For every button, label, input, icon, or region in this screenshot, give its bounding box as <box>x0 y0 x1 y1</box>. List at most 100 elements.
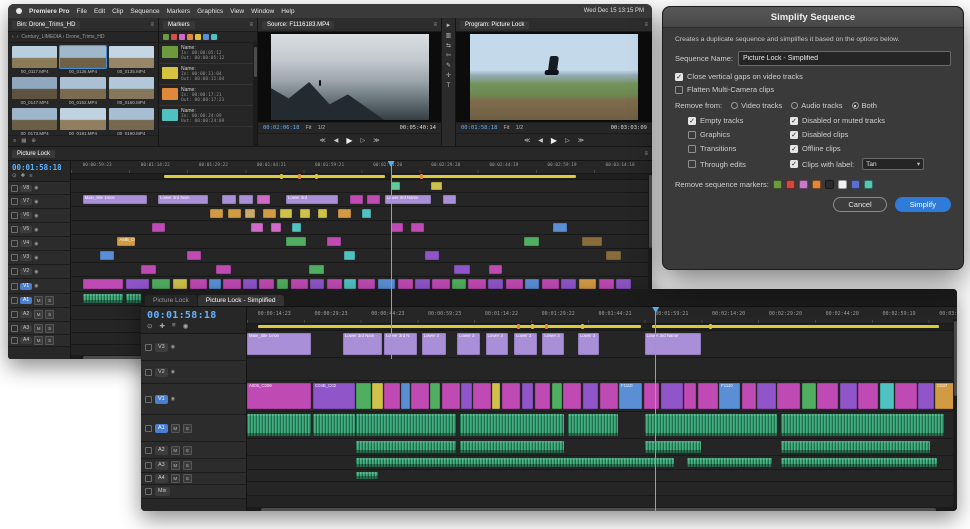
timeline-clip[interactable]: Main_title 1mov <box>82 195 147 204</box>
marker-row[interactable]: Name: In: 00:00:11:04 Out: 00:00:11:04 <box>159 64 257 85</box>
sequence-marker[interactable] <box>531 324 534 329</box>
timeline-clip[interactable] <box>644 441 702 453</box>
timeline-clip[interactable] <box>361 209 371 218</box>
marker-row[interactable]: Name: In: 00:00:05:12 Out: 00:00:05:12 <box>159 43 257 64</box>
track-header-v3[interactable]: V3 ◉ <box>8 251 70 265</box>
tab-picture-lock-simplified[interactable]: Picture Lock - Simplified <box>197 295 284 306</box>
sequence-marker[interactable] <box>708 324 712 329</box>
timeline-clip[interactable] <box>371 383 383 409</box>
checkbox-through-edits[interactable]: Through edits <box>688 158 784 170</box>
bin-clip[interactable]: 00_0135.MP4 <box>108 46 154 74</box>
track-header-v8[interactable]: V8 ◉ <box>8 182 70 195</box>
menu-view[interactable]: View <box>230 8 244 15</box>
work-area-bar[interactable] <box>163 175 385 178</box>
menu-premiere-pro[interactable]: Premiere Pro <box>29 8 69 15</box>
track-badge-v2[interactable]: V2 <box>155 367 168 377</box>
timeline-clip[interactable] <box>411 383 429 409</box>
timeline-clip[interactable] <box>582 383 599 409</box>
timeline-clip[interactable] <box>100 251 114 260</box>
mute-button[interactable]: M <box>170 445 180 455</box>
timeline-clip[interactable] <box>561 279 577 289</box>
type-tool-icon[interactable]: T <box>447 83 451 89</box>
panel-menu-icon[interactable]: ≡ <box>644 151 648 157</box>
solo-button[interactable]: S <box>45 296 55 305</box>
timeline-clip[interactable]: Lower 3rd Name <box>384 195 432 204</box>
track-lock-icon[interactable] <box>145 343 152 351</box>
timeline-clip[interactable]: Lower 3rd Nam <box>342 333 382 355</box>
timeline-clip[interactable] <box>454 265 470 274</box>
add-marker-icon[interactable]: ✚ <box>21 173 26 179</box>
timeline-clip[interactable] <box>256 195 270 204</box>
timeline-clip[interactable] <box>780 441 930 453</box>
track-badge-a4[interactable]: A4 <box>155 474 168 483</box>
timeline-clip[interactable] <box>562 383 582 409</box>
track-header-a2[interactable]: A2 M S <box>8 308 70 322</box>
track-lock-icon[interactable] <box>145 488 152 495</box>
track-visibility-icon[interactable]: ◉ <box>171 344 175 350</box>
bottom-ruler[interactable]: 00:00:14:23 00:00:29:23 00:00:44:23 00:00:5… <box>247 307 957 324</box>
timeline-clip[interactable]: Lower 3rd Nam <box>158 195 209 204</box>
timeline-clip[interactable]: Lower 3rd N <box>384 333 417 355</box>
bin-clip[interactable]: 00_0181.MP4 <box>60 108 106 135</box>
mute-button[interactable]: M <box>170 461 180 470</box>
mute-button[interactable]: M <box>170 423 180 433</box>
solo-button[interactable]: S <box>45 323 55 333</box>
work-area-bar[interactable] <box>390 175 577 178</box>
timeline-clip[interactable] <box>290 279 309 289</box>
track-lock-icon[interactable] <box>145 475 152 482</box>
sequence-name-input[interactable] <box>737 51 951 66</box>
track-lock-icon[interactable] <box>11 212 18 219</box>
timeline-clip[interactable] <box>356 414 456 436</box>
marker-color-swatch[interactable] <box>772 180 782 189</box>
timeline-clip[interactable] <box>356 458 675 467</box>
marker-color-swatch[interactable] <box>837 180 847 189</box>
icon-view-icon[interactable]: ▦ <box>21 138 26 144</box>
razor-tool-icon[interactable]: ✄ <box>446 53 451 59</box>
timeline-clip[interactable]: Lower 3 <box>513 333 537 355</box>
timeline-clip[interactable] <box>209 279 221 289</box>
track-lock-icon[interactable] <box>145 424 152 432</box>
timeline-clip[interactable] <box>442 195 456 204</box>
timeline-clip[interactable] <box>410 223 424 232</box>
marker-chip[interactable] <box>211 34 217 40</box>
track-header-v1[interactable]: V1 ◉ <box>141 384 246 415</box>
mute-button[interactable]: M <box>34 323 44 333</box>
simplify-button[interactable]: Simplify <box>894 197 951 212</box>
menu-graphics[interactable]: Graphics <box>197 8 223 15</box>
timeline-clip[interactable]: Lower 3 <box>485 333 509 355</box>
label-color-dropdown[interactable]: Tan ▾ <box>862 158 925 170</box>
linked-selection-icon[interactable]: ◉ <box>183 322 189 330</box>
timeline-clip[interactable] <box>82 279 124 289</box>
timeline-clip[interactable] <box>644 414 777 436</box>
timeline-clip[interactable] <box>239 195 254 204</box>
checkbox-offline-clips[interactable]: ✓ Offline clips <box>790 144 951 153</box>
main-timeline-tab[interactable]: Picture Lock <box>12 149 56 158</box>
timeline-clip[interactable] <box>521 383 534 409</box>
bin-clip[interactable]: 00_0173.MP4 <box>12 108 58 135</box>
track-header-v5[interactable]: V5 ◉ <box>8 223 70 237</box>
timeline-clip[interactable] <box>505 279 523 289</box>
timeline-clip[interactable] <box>216 265 232 274</box>
source-panel-tab[interactable]: Source: F1116183.MP4 <box>262 20 335 29</box>
track-badge-a3[interactable]: A3 <box>20 324 33 332</box>
timeline-clip[interactable] <box>460 414 564 436</box>
timeline-clip[interactable] <box>276 279 289 289</box>
selection-tool-icon[interactable]: ► <box>446 23 452 29</box>
track-lock-icon[interactable] <box>11 282 18 290</box>
hand-tool-icon[interactable]: ✛ <box>446 73 451 79</box>
timeline-clip[interactable]: Lower 3rd <box>285 195 339 204</box>
timeline-clip[interactable] <box>757 383 776 409</box>
timeline-clip[interactable] <box>140 265 156 274</box>
go-to-out-icon[interactable]: ≫ <box>578 137 584 144</box>
markers-scrollbar[interactable] <box>253 43 257 146</box>
radio-both[interactable]: Both <box>851 101 877 110</box>
timeline-clip[interactable] <box>309 265 325 274</box>
marker-chip[interactable] <box>187 34 193 40</box>
program-panel-tab[interactable]: Program: Picture Lock <box>460 20 530 29</box>
main-timeline-timecode[interactable]: 00:01:58:18 <box>8 161 70 172</box>
track-badge-a4[interactable]: A4 <box>20 337 33 344</box>
timeline-clip[interactable] <box>489 265 503 274</box>
timeline-clip[interactable] <box>879 383 894 409</box>
timeline-clip[interactable] <box>780 414 945 436</box>
timeline-clip[interactable] <box>697 383 718 409</box>
